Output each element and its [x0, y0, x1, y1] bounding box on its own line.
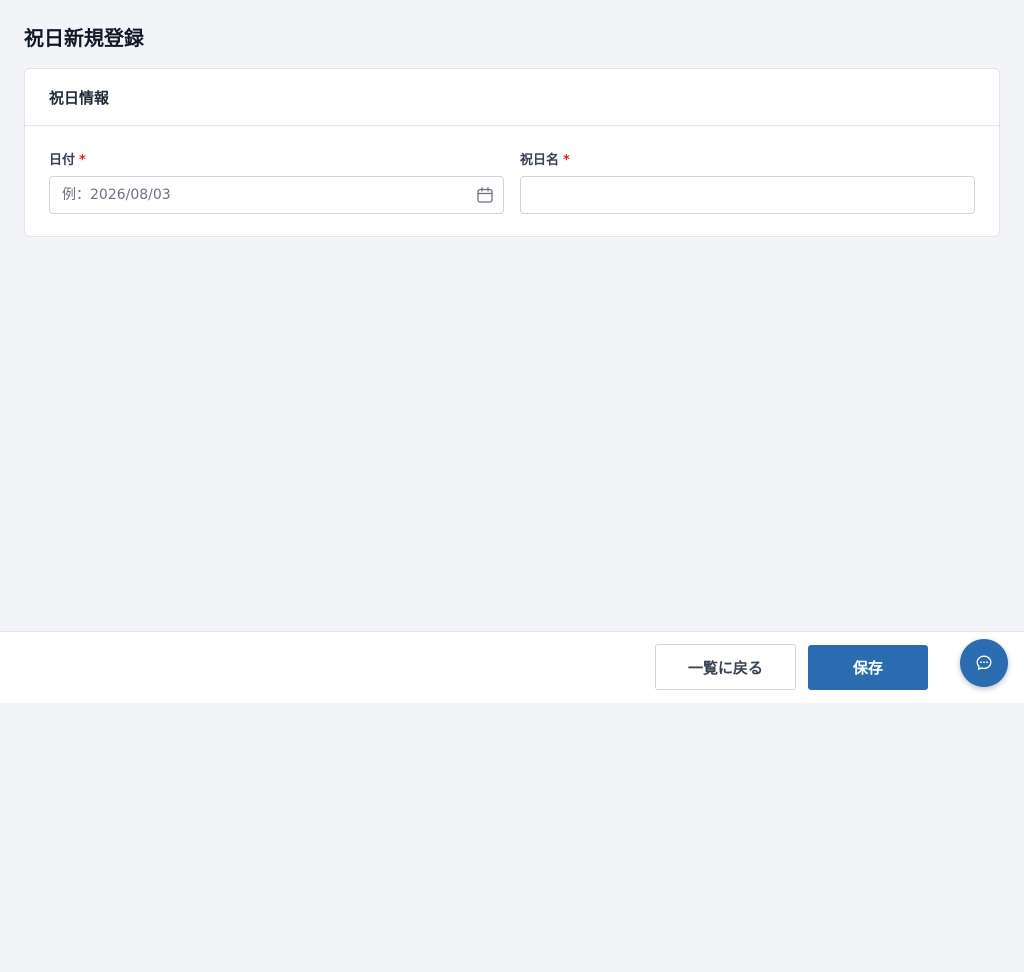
holiday-name-input-wrap — [520, 176, 975, 214]
footer-action-bar: 一覧に戻る 保存 — [0, 631, 1024, 703]
holiday-name-label-text: 祝日名 — [520, 153, 560, 168]
page-title: 祝日新規登録 — [24, 26, 144, 50]
holiday-name-field-group: 祝日名 * — [520, 152, 975, 214]
holiday-info-card: 祝日情報 日付 * 例：2026/08/03 祝日名 * — [24, 68, 1000, 237]
date-input[interactable] — [49, 176, 504, 214]
back-to-list-button[interactable]: 一覧に戻る — [655, 644, 796, 690]
date-field-group: 日付 * — [49, 152, 504, 214]
holiday-name-field-label: 祝日名 * — [520, 152, 975, 170]
date-input-wrap — [49, 176, 504, 214]
chat-button[interactable] — [960, 639, 1008, 687]
date-label-text: 日付 — [49, 153, 76, 168]
date-field-label: 日付 * — [49, 152, 504, 170]
calendar-icon[interactable] — [476, 186, 494, 204]
card-header: 祝日情報 — [25, 69, 999, 126]
holiday-name-input[interactable] — [520, 176, 975, 214]
card-body: 日付 * 祝日名 — [25, 126, 999, 214]
chat-bubble-icon — [976, 655, 992, 670]
holiday-name-required-mark: * — [563, 153, 570, 168]
date-required-mark: * — [79, 153, 86, 168]
save-button[interactable]: 保存 — [808, 645, 928, 690]
page: 祝日新規登録 祝日情報 日付 * 例：2026/08/03 祝日名 * 一覧に戻… — [0, 0, 1024, 972]
card-title: 祝日情報 — [49, 88, 110, 107]
